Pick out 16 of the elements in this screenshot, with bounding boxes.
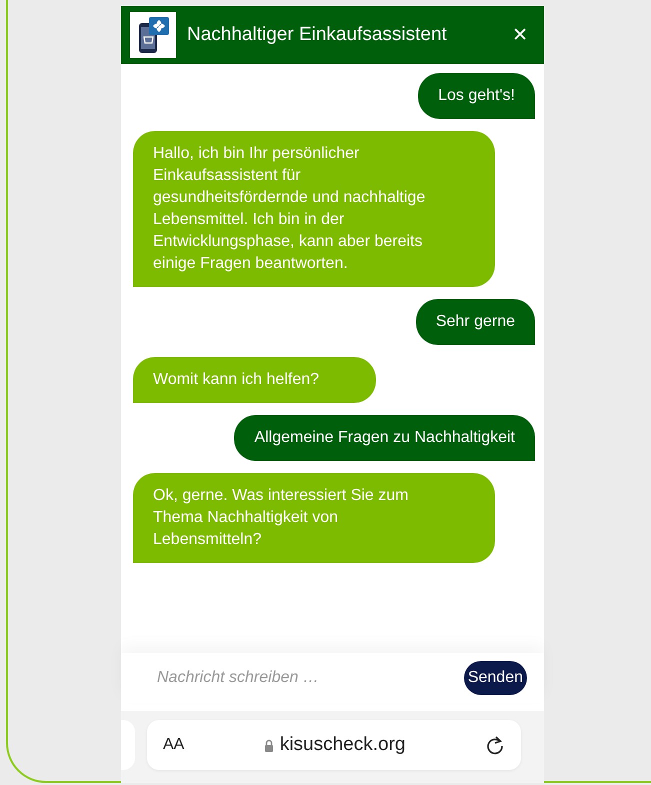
- reload-icon[interactable]: [485, 735, 505, 755]
- app-logo-icon: [130, 12, 176, 58]
- bot-message: Hallo, ich bin Ihr persönlicher Einkaufsassistent für gesundheitsfördernde und nachhaltige Lebensmittel. Ich bin in der Entwicklungsphase, kann aber bereits einige Fragen beantworten.: [133, 131, 495, 287]
- bot-message: Ok, gerne. Was interessiert Sie zum Thema Nachhaltigkeit von Lebensmitteln?: [133, 473, 495, 563]
- text-size-button[interactable]: AA: [163, 736, 184, 754]
- user-message: Sehr gerne: [416, 299, 535, 345]
- user-message: Los geht's!: [418, 73, 535, 119]
- chat-title: Nachhaltiger Einkaufsassistent: [187, 24, 448, 46]
- close-button[interactable]: ✕: [508, 24, 532, 46]
- bot-message: Womit kann ich helfen?: [133, 357, 376, 403]
- url-text: kisuscheck.org: [280, 734, 406, 756]
- send-button[interactable]: Senden: [464, 661, 527, 695]
- message-input[interactable]: Nachricht schreiben …: [155, 668, 464, 688]
- address-bar[interactable]: AA kisuscheck.org: [147, 720, 521, 770]
- user-message: Allgemeine Fragen zu Nachhaltigkeit: [234, 415, 535, 461]
- lock-icon: [264, 738, 274, 752]
